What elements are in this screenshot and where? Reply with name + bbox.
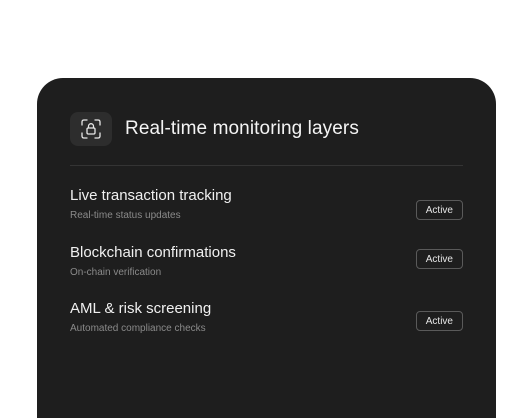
layer-item-blockchain-confirmations: Blockchain confirmations On-chain verifi… [70,244,463,284]
layer-name: AML & risk screening [70,300,212,317]
header-divider [70,165,463,166]
layer-name: Blockchain confirmations [70,244,236,261]
card-header: Real-time monitoring layers [70,111,463,147]
status-badge: Active [415,200,463,220]
monitoring-card: Real-time monitoring layers Live transac… [37,78,496,418]
lock-scan-icon [70,112,112,146]
layer-description: On-chain verification [70,267,162,278]
layer-name: Live transaction tracking [70,187,232,204]
layer-description: Real-time status updates [70,210,181,221]
card-title: Real-time monitoring layers [125,118,359,139]
layer-item-aml-risk-screening: AML & risk screening Automated complianc… [70,300,463,340]
status-badge: Active [415,249,463,269]
status-badge: Active [415,311,463,331]
layer-description: Automated compliance checks [70,323,206,334]
layer-item-live-transaction-tracking: Live transaction tracking Real-time stat… [70,187,463,227]
